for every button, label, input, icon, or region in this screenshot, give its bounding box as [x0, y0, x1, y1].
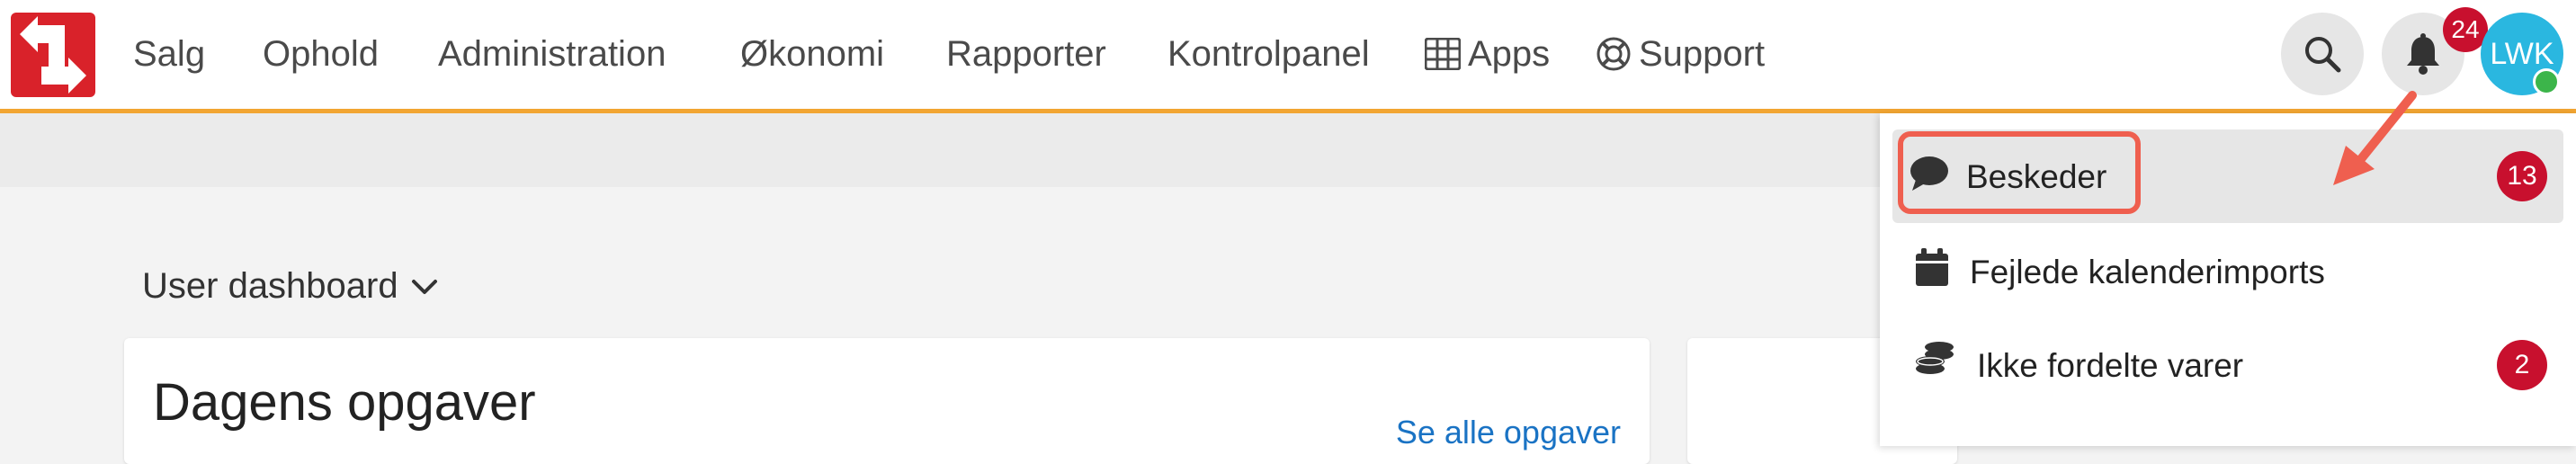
todays-tasks-card: Dagens opgaver Se alle opgaver: [124, 338, 1650, 464]
dashboard-selector[interactable]: User dashboard: [142, 266, 438, 307]
support-label: Support: [1639, 34, 1766, 74]
annotation-arrow-icon: [2333, 91, 2417, 185]
chevron-down-icon: [411, 279, 437, 294]
online-status-indicator: [2533, 68, 2560, 95]
search-icon: [2305, 37, 2341, 73]
bell-icon: [2407, 33, 2439, 75]
apps-label: Apps: [1468, 34, 1551, 74]
avatar-initials: LWK: [2490, 36, 2554, 71]
dropdown-item-failed-calendar-imports[interactable]: Fejlede kalenderimports: [1880, 225, 2576, 318]
dropdown-item-label: Fejlede kalenderimports: [1970, 254, 2325, 290]
nav-item-support[interactable]: Support: [1596, 29, 1765, 79]
nav-item-administration[interactable]: Administration: [438, 29, 666, 79]
lifebuoy-icon: [1597, 37, 1631, 71]
nav-item-apps[interactable]: Apps: [1425, 29, 1550, 79]
search-button[interactable]: [2281, 13, 2364, 95]
top-navigation-bar: Salg Ophold Administration Økonomi Rappo…: [0, 0, 2576, 113]
card-title: Dagens opgaver: [153, 373, 536, 432]
logo-icon[interactable]: [11, 13, 95, 97]
coins-icon: [1916, 342, 1954, 374]
nav-item-kontrolpanel[interactable]: Kontrolpanel: [1167, 29, 1370, 79]
dropdown-item-label: Ikke fordelte varer: [1977, 347, 2244, 384]
calendar-icon: [1916, 248, 1948, 286]
unassigned-count-badge: 2: [2497, 340, 2547, 390]
dashboard-selector-label: User dashboard: [142, 266, 398, 306]
nav-item-ophold[interactable]: Ophold: [263, 29, 379, 79]
see-all-tasks-link[interactable]: Se alle opgaver: [1396, 414, 1621, 451]
nav-item-okonomi[interactable]: Økonomi: [740, 29, 884, 79]
annotation-highlight-box: [1898, 131, 2141, 214]
messages-count-badge: 13: [2497, 151, 2547, 201]
dropdown-item-unassigned-items[interactable]: Ikke fordelte varer 2: [1880, 318, 2576, 412]
nav-item-salg[interactable]: Salg: [133, 29, 205, 79]
grid-icon: [1425, 38, 1461, 70]
nav-item-rapporter[interactable]: Rapporter: [946, 29, 1106, 79]
